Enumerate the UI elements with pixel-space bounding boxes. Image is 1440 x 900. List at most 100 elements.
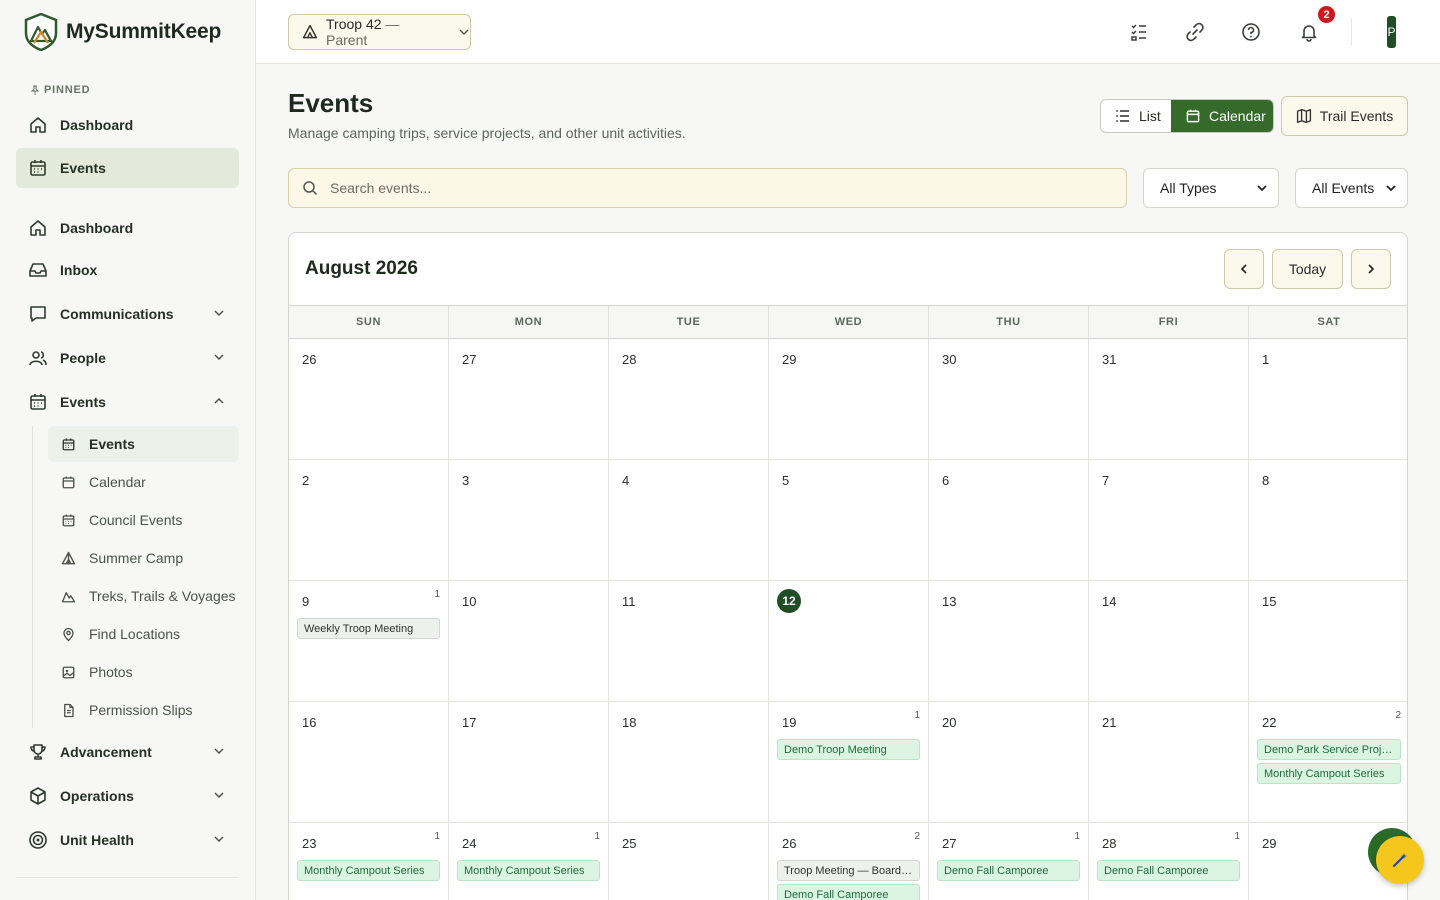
avatar[interactable]: P: [1387, 16, 1396, 48]
calendar-day-cell[interactable]: 19 1 Demo Troop Meeting: [769, 702, 929, 823]
sidebar-item-communications[interactable]: Communications: [16, 294, 239, 334]
sidebar-item-operations[interactable]: Operations: [16, 776, 239, 816]
search-input[interactable]: [330, 180, 1110, 196]
chevron-down-icon[interactable]: [213, 745, 225, 757]
calendar-icon: [28, 392, 48, 412]
event-chip[interactable]: Monthly Campout Series: [1257, 763, 1401, 784]
trail-events-button[interactable]: Trail Events: [1281, 96, 1408, 136]
sidebar: MySummitKeep PINNED Dashboard Events Das…: [0, 0, 256, 900]
weekday-label: FRI: [1089, 306, 1249, 338]
chevron-down-icon[interactable]: [213, 789, 225, 801]
day-number: 1: [1262, 352, 1270, 367]
divider: [1351, 19, 1352, 45]
calendar-day-cell[interactable]: 8: [1249, 460, 1407, 581]
day-number: 2: [302, 473, 310, 488]
sidebar-item-unit-health[interactable]: Unit Health: [16, 820, 239, 860]
calendar-day-cell[interactable]: 6: [929, 460, 1089, 581]
pinned-item-events[interactable]: Events: [16, 148, 239, 188]
calendar-day-cell[interactable]: 10: [449, 581, 609, 702]
weekday-label: SUN: [289, 306, 449, 338]
sub-item-council-events[interactable]: Council Events: [48, 502, 239, 538]
calendar-day-cell[interactable]: 12: [769, 581, 929, 702]
chevron-down-icon[interactable]: [213, 833, 225, 845]
calendar-day-cell[interactable]: 4: [609, 460, 769, 581]
sub-item-find-locations[interactable]: Find Locations: [48, 616, 239, 652]
sidebar-item-people[interactable]: People: [16, 338, 239, 378]
bell-icon[interactable]: [1297, 20, 1321, 44]
calendar-day-cell[interactable]: 30: [929, 339, 1089, 460]
sub-item-summer-camp[interactable]: Summer Camp: [48, 540, 239, 576]
calendar-day-cell[interactable]: 25: [609, 823, 769, 900]
calendar-day-cell[interactable]: 26: [289, 339, 449, 460]
calendar-day-cell[interactable]: 28: [609, 339, 769, 460]
calendar-day-cell[interactable]: 3: [449, 460, 609, 581]
calendar-day-cell[interactable]: 27 1 Demo Fall Camporee: [929, 823, 1089, 900]
sidebar-item-inbox[interactable]: Inbox: [16, 250, 239, 290]
brand[interactable]: MySummitKeep: [24, 13, 221, 51]
calendar-day-cell[interactable]: 29: [769, 339, 929, 460]
calendar-day-cell[interactable]: 16: [289, 702, 449, 823]
event-count: 2: [914, 831, 920, 842]
sidebar-item-advancement[interactable]: Advancement: [16, 732, 239, 772]
event-chip[interactable]: Demo Park Service Project: [1257, 739, 1401, 760]
events-filter-select[interactable]: All Events: [1295, 168, 1408, 208]
tent-icon: [302, 24, 318, 40]
calendar-day-cell[interactable]: 20: [929, 702, 1089, 823]
event-chip[interactable]: Demo Fall Camporee: [777, 884, 920, 900]
sidebar-item-events[interactable]: Events: [16, 382, 239, 422]
calendar-day-cell[interactable]: 24 1 Monthly Campout Series: [449, 823, 609, 900]
list-view-button[interactable]: List: [1101, 100, 1171, 132]
calendar-day-cell[interactable]: 1: [1249, 339, 1407, 460]
message-icon: [28, 304, 48, 324]
help-icon[interactable]: [1239, 20, 1263, 44]
today-button[interactable]: Today: [1272, 249, 1343, 289]
calendar-day-cell[interactable]: 7: [1089, 460, 1249, 581]
chevron-down-icon: [458, 26, 470, 38]
calendar-day-cell[interactable]: 14: [1089, 581, 1249, 702]
checklist-icon[interactable]: [1127, 20, 1151, 44]
weekday-header: SUN MON TUE WED THU FRI SAT: [289, 305, 1407, 339]
calendar-day-cell[interactable]: 17: [449, 702, 609, 823]
sidebar-item-dashboard[interactable]: Dashboard: [16, 208, 239, 248]
day-number: 26: [302, 352, 317, 367]
calendar-day-cell[interactable]: 22 2 Demo Park Service Project Monthly Camp…: [1249, 702, 1407, 823]
calendar-day-cell[interactable]: 26 2 Troop Meeting — Board of Review Demo F…: [769, 823, 929, 900]
event-chip[interactable]: Demo Fall Camporee: [937, 860, 1080, 881]
pinned-item-dashboard[interactable]: Dashboard: [16, 105, 239, 145]
calendar-day-cell[interactable]: 27: [449, 339, 609, 460]
calendar-day-cell[interactable]: 21: [1089, 702, 1249, 823]
calendar-day-cell[interactable]: 28 1 Demo Fall Camporee: [1089, 823, 1249, 900]
previous-month-button[interactable]: [1224, 249, 1264, 289]
calendar-day-cell[interactable]: 15: [1249, 581, 1407, 702]
calendar-day-cell[interactable]: 18: [609, 702, 769, 823]
sub-item-permission-slips[interactable]: Permission Slips: [48, 692, 239, 728]
event-chip[interactable]: Weekly Troop Meeting: [297, 618, 440, 639]
sub-item-treks[interactable]: Treks, Trails & Voyages: [48, 578, 239, 614]
chevron-down-icon[interactable]: [213, 351, 225, 363]
calendar-day-cell[interactable]: 11: [609, 581, 769, 702]
calendar-day-cell[interactable]: 31: [1089, 339, 1249, 460]
quick-action-button[interactable]: [1376, 836, 1424, 884]
calendar-day-cell[interactable]: 2: [289, 460, 449, 581]
event-chip[interactable]: Troop Meeting — Board of Review: [777, 860, 920, 881]
sub-item-photos[interactable]: Photos: [48, 654, 239, 690]
unit-switcher[interactable]: Troop 42 — Parent: [288, 14, 471, 50]
calendar-day-cell[interactable]: 5: [769, 460, 929, 581]
event-count: 2: [1395, 710, 1401, 721]
event-chip[interactable]: Monthly Campout Series: [457, 860, 600, 881]
calendar-day-cell[interactable]: 23 1 Monthly Campout Series: [289, 823, 449, 900]
calendar-day-cell[interactable]: 9 1 Weekly Troop Meeting: [289, 581, 449, 702]
event-chip[interactable]: Demo Fall Camporee: [1097, 860, 1240, 881]
chevron-up-icon[interactable]: [213, 395, 225, 407]
link-icon[interactable]: [1183, 20, 1207, 44]
chevron-down-icon[interactable]: [213, 307, 225, 319]
calendar-icon: [61, 513, 76, 528]
sub-item-calendar[interactable]: Calendar: [48, 464, 239, 500]
type-filter-select[interactable]: All Types: [1143, 168, 1279, 208]
sub-item-events[interactable]: Events: [48, 426, 239, 462]
calendar-view-button[interactable]: Calendar: [1171, 100, 1273, 132]
event-chip[interactable]: Monthly Campout Series: [297, 860, 440, 881]
event-chip[interactable]: Demo Troop Meeting: [777, 739, 920, 760]
next-month-button[interactable]: [1351, 249, 1391, 289]
calendar-day-cell[interactable]: 13: [929, 581, 1089, 702]
